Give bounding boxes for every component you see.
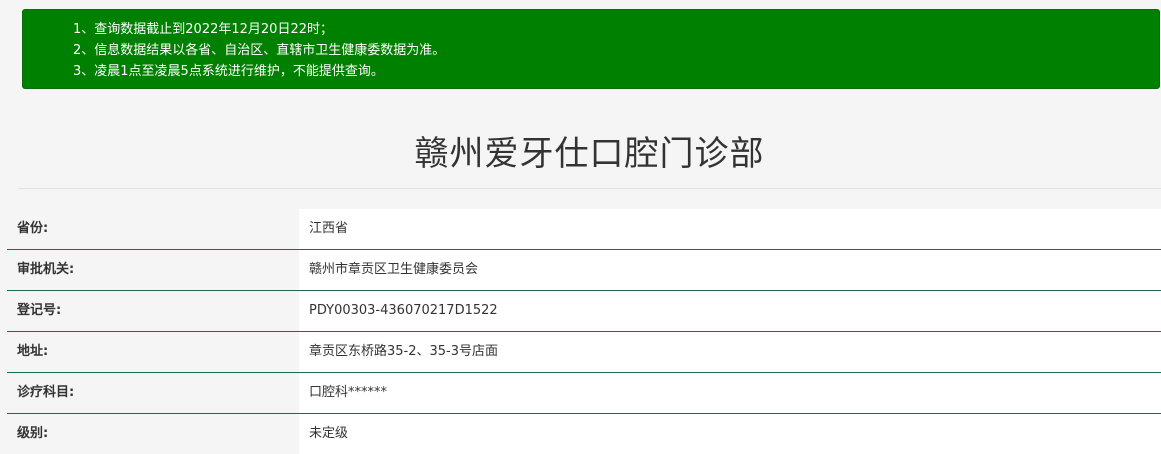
info-table: 省份: 江西省 审批机关: 赣州市章贡区卫生健康委员会 登记号: PDY0030… [7,209,1161,454]
field-value: 口腔科****** [299,373,1161,413]
field-label: 审批机关: [7,250,299,290]
notice-line-1: 1、查询数据截止到2022年12月20日22时； [73,22,333,37]
notice-banner: 1、查询数据截止到2022年12月20日22时； 2、信息数据结果以各省、自治区… [22,9,1160,89]
info-row-province: 省份: 江西省 [7,209,1161,250]
page-title: 赣州爱牙仕口腔门诊部 [414,134,765,174]
info-row-registration: 登记号: PDY00303-436070217D1522 [7,291,1161,332]
field-label: 地址: [7,332,299,372]
info-row-departments: 诊疗科目: 口腔科****** [7,373,1161,414]
field-value: 江西省 [299,209,1161,249]
info-row-address: 地址: 章贡区东桥路35-2、35-3号店面 [7,332,1161,373]
field-label: 省份: [7,209,299,249]
field-label: 诊疗科目: [7,373,299,413]
field-value: 赣州市章贡区卫生健康委员会 [299,250,1161,290]
notice-line-2: 2、信息数据结果以各省、自治区、直辖市卫生健康委数据为准。 [73,43,446,58]
field-label: 级别: [7,414,299,454]
info-row-level: 级别: 未定级 [7,414,1161,454]
field-value: PDY00303-436070217D1522 [299,291,1161,331]
field-value: 章贡区东桥路35-2、35-3号店面 [299,332,1161,372]
field-label: 登记号: [7,291,299,331]
notice-line-3: 3、凌晨1点至凌晨5点系统进行维护，不能提供查询。 [73,64,384,79]
title-section: 赣州爱牙仕口腔门诊部 [18,120,1161,189]
field-value: 未定级 [299,414,1161,454]
page: 1、查询数据截止到2022年12月20日22时； 2、信息数据结果以各省、自治区… [0,0,1161,454]
info-row-authority: 审批机关: 赣州市章贡区卫生健康委员会 [7,250,1161,291]
